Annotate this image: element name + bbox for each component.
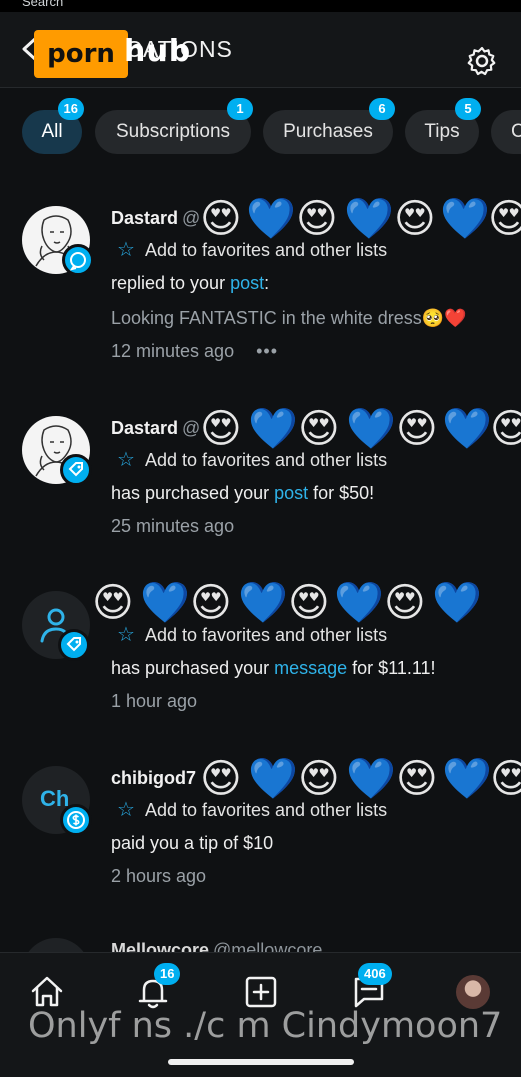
tab-all[interactable]: All 16 — [22, 98, 84, 154]
notification-time: 12 minutes ago ••• — [111, 341, 278, 362]
status-search-label: Search — [22, 0, 64, 9]
watermark-logo: porn — [34, 30, 128, 78]
user-name-text: Dastard — [111, 208, 179, 228]
gear-icon[interactable] — [466, 45, 498, 77]
heart-eyes-emoji: 😍 — [92, 581, 134, 625]
messages-badge: 406 — [358, 963, 392, 985]
blue-heart-emoji: 💙 — [248, 407, 298, 451]
tab-all-badge: 16 — [57, 98, 84, 120]
tab-tips-label: Tips — [424, 121, 460, 142]
blue-heart-emoji: 💙 — [442, 757, 492, 801]
heart-eyes-emoji: 😍 — [200, 757, 242, 801]
watermark-text: Onlyf ns ./c m Cindymoon7 — [28, 1006, 503, 1046]
notification-text-before: paid you a tip of $10 — [111, 833, 274, 853]
heart-eyes-emoji: 😍 — [288, 581, 330, 625]
tab-purchases-label: Purchases — [283, 121, 373, 142]
notifications-badge: 16 — [154, 963, 181, 985]
heart-eyes-emoji: 😍 — [200, 407, 242, 451]
heart-eyes-emoji: 😍 — [396, 407, 438, 451]
heart-eyes-emoji: 😍 — [490, 757, 521, 801]
notification-time: 1 hour ago — [111, 691, 198, 711]
heart-eyes-emoji: 😍 — [298, 407, 340, 451]
heart-eyes-emoji: 😍 — [490, 407, 521, 451]
blue-heart-emoji: 💙 — [248, 757, 298, 801]
tab-tips[interactable]: Tips 5 — [405, 98, 481, 154]
heart-eyes-emoji: 😍 — [394, 197, 436, 241]
blue-heart-emoji: 💙 — [344, 197, 394, 241]
post-link[interactable]: post — [230, 273, 264, 293]
notification-text: has purchased your post for $50! — [111, 483, 374, 504]
blue-heart-emoji: 💙 — [140, 581, 190, 625]
user-handle: @ — [182, 418, 201, 438]
notification-text-before: has purchased your — [111, 483, 275, 503]
star-icon: ☆ — [117, 624, 135, 646]
tab-subscriptions-label: Subscriptions — [115, 121, 231, 142]
blue-heart-emoji: 💙 — [440, 197, 490, 241]
heart-eyes-emoji: 😍 — [190, 581, 232, 625]
tab-subscriptions-badge: 1 — [227, 98, 253, 120]
notification-text-before: has purchased your — [111, 658, 275, 678]
heart-eyes-emoji: 😍 — [200, 197, 242, 241]
heart-eyes-emoji: 😍 — [396, 757, 438, 801]
notification-time: 25 minutes ago — [111, 516, 235, 536]
profile-avatar[interactable] — [456, 975, 490, 1009]
home-indicator[interactable] — [168, 1059, 354, 1065]
notification-user-name[interactable]: Dastard @ — [111, 418, 200, 439]
tab-tips-badge: 5 — [455, 98, 481, 120]
more-options-button[interactable]: ••• — [256, 341, 278, 361]
post-link[interactable]: post — [274, 483, 308, 503]
tab-all-label: All — [41, 121, 63, 142]
comment-badge-icon — [62, 244, 94, 276]
user-handle: @ — [182, 208, 201, 228]
notification-text: paid you a tip of $10 — [111, 833, 273, 854]
user-name-text: Dastard — [111, 418, 179, 438]
favorites-label: Add to favorites and other lists — [144, 450, 388, 470]
star-icon: ☆ — [117, 239, 135, 261]
blue-heart-emoji: 💙 — [346, 757, 396, 801]
star-icon: ☆ — [117, 449, 135, 471]
heart-eyes-emoji: 😍 — [296, 197, 338, 241]
watermark-logo-text: hub — [124, 34, 192, 69]
notification-user-name[interactable]: chibigod7 — [111, 768, 196, 789]
blue-heart-emoji: 💙 — [442, 407, 492, 451]
favorites-label: Add to favorites and other lists — [144, 800, 388, 820]
notification-text-after: for $50! — [308, 483, 375, 503]
comment-text: Looking FANTASTIC in the white dress🥺❤️ — [111, 308, 467, 328]
notification-text-before: replied to your — [111, 273, 231, 293]
tab-purchases-badge: 6 — [369, 98, 395, 120]
favorites-label: Add to favorites and other lists — [144, 240, 388, 260]
notification-text: has purchased your message for $11.11! — [111, 658, 436, 679]
header: NOTIFICATIONS porn hub — [0, 12, 521, 88]
blue-heart-emoji: 💙 — [432, 581, 482, 625]
time-text: 12 minutes ago — [111, 341, 235, 361]
purchase-tag-badge-icon — [58, 629, 90, 661]
heart-eyes-emoji: 😍 — [298, 757, 340, 801]
blue-heart-emoji: 💙 — [334, 581, 384, 625]
status-bar: Search — [0, 0, 521, 12]
tab-purchases[interactable]: Purchases 6 — [263, 98, 395, 154]
tab-subscriptions[interactable]: Subscriptions 1 — [95, 98, 253, 154]
blue-heart-emoji: 💙 — [238, 581, 288, 625]
heart-eyes-emoji: 😍 — [384, 581, 426, 625]
notification-time: 2 hours ago — [111, 866, 207, 886]
filter-tabs: All 16 Subscriptions 1 Purchases 6 Tips … — [0, 88, 521, 174]
message-link[interactable]: message — [274, 658, 347, 678]
heart-eyes-emoji: 😍 — [488, 197, 521, 241]
blue-heart-emoji: 💙 — [346, 407, 396, 451]
notification-text: replied to your post: — [111, 273, 269, 294]
tab-more-label: C — [511, 121, 521, 142]
notification-user-name[interactable]: Dastard @ — [111, 208, 200, 229]
blue-heart-emoji: 💙 — [246, 197, 296, 241]
favorites-label: Add to favorites and other lists — [144, 625, 388, 645]
notification-text-after: for $11.11! — [347, 658, 436, 678]
notification-text-after: : — [264, 273, 270, 293]
user-name-text: chibigod7 — [111, 768, 196, 788]
tip-dollar-badge-icon — [60, 804, 92, 836]
purchase-tag-badge-icon — [60, 454, 92, 486]
star-icon: ☆ — [117, 799, 135, 821]
tab-more[interactable]: C — [491, 110, 521, 154]
